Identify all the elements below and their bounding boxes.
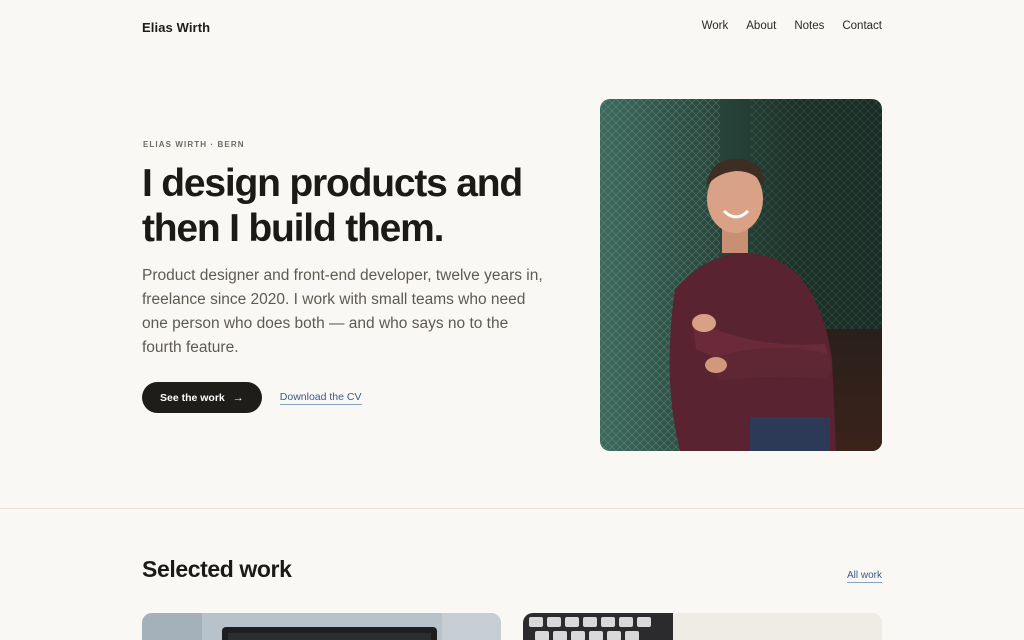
all-work-link[interactable]: All work — [846, 570, 882, 583]
headline-line-2: then I build them. — [142, 207, 444, 250]
nav-link-work[interactable]: Work — [702, 20, 729, 32]
hero-intro: Product designer and front-end developer… — [142, 267, 543, 356]
hero-headline: I design products and then I build them. — [142, 161, 582, 251]
work-card-1[interactable] — [142, 613, 501, 640]
hero-actions: See the work → Download the CV — [142, 382, 362, 413]
download-cv-link[interactable]: Download the CV — [279, 391, 362, 405]
work-card-2[interactable] — [523, 613, 882, 640]
selected-work-title: Selected work — [142, 556, 292, 582]
brand-logo[interactable]: Elias Wirth — [142, 20, 210, 35]
nav-links: Work About Notes Contact — [702, 20, 882, 32]
see-the-work-button[interactable]: See the work → — [142, 382, 262, 413]
nav-link-contact[interactable]: Contact — [842, 20, 882, 32]
see-the-work-label: See the work — [160, 391, 225, 404]
nav-link-notes[interactable]: Notes — [794, 20, 824, 32]
headline-line-1: I design products and — [142, 162, 523, 205]
section-divider — [0, 508, 1024, 509]
nav-link-about[interactable]: About — [746, 20, 776, 32]
arrow-right-icon: → — [232, 391, 244, 404]
portrait-photo — [600, 99, 882, 451]
hero-eyebrow: ELIAS WIRTH · BERN — [143, 140, 245, 149]
top-nav: Elias Wirth Work About Notes Contact — [0, 0, 1024, 56]
